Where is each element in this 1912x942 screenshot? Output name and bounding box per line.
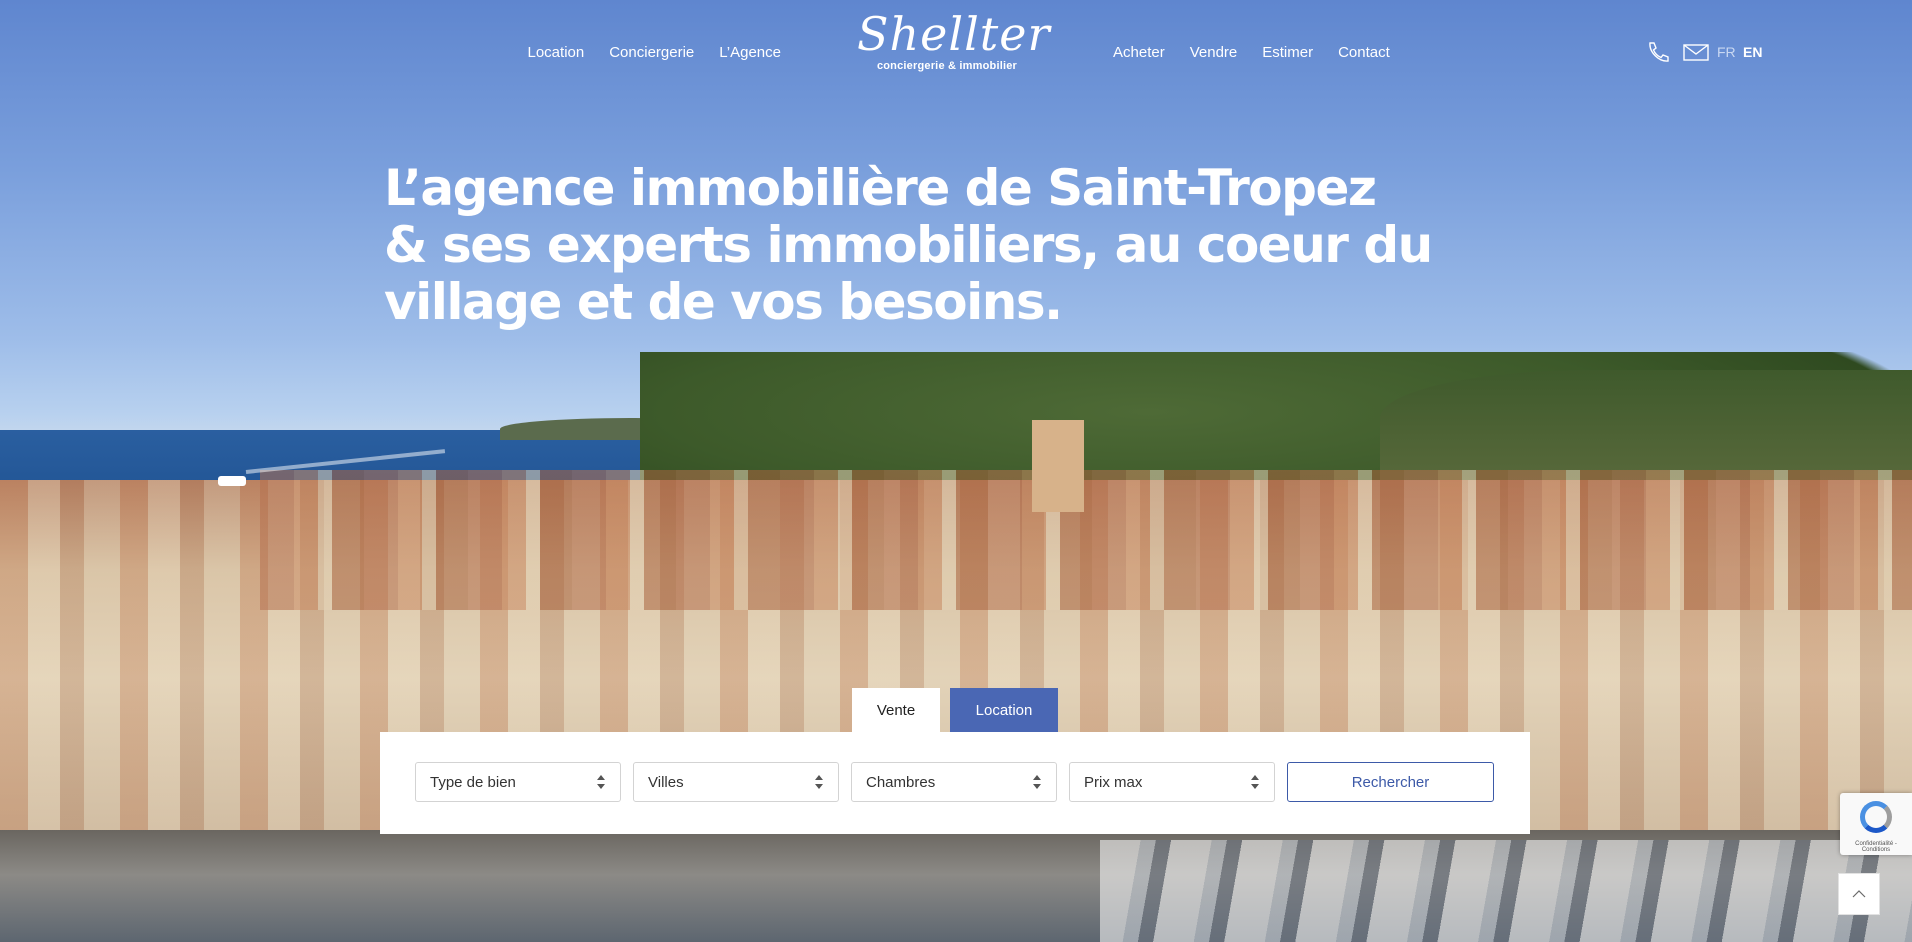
tab-location[interactable]: Location — [950, 688, 1058, 732]
lang-en[interactable]: EN — [1743, 44, 1762, 60]
recaptcha-badge[interactable]: Confidentialité - Conditions — [1840, 793, 1912, 855]
prix-max-label: Prix max — [1084, 773, 1143, 791]
main-nav-right: Acheter Vendre Estimer Contact — [1113, 44, 1390, 61]
nav-contact[interactable]: Contact — [1338, 44, 1390, 61]
hero-headline: L’agence immobilière de Saint-Tropez & s… — [384, 160, 1484, 331]
nav-vendre[interactable]: Vendre — [1190, 44, 1238, 61]
phone-icon[interactable] — [1643, 40, 1671, 64]
nav-estimer[interactable]: Estimer — [1262, 44, 1313, 61]
bell-tower — [1032, 420, 1084, 512]
recaptcha-text: Confidentialité - Conditions — [1855, 841, 1897, 853]
nav-location[interactable]: Location — [528, 44, 585, 61]
headline-line-3: village et de vos besoins. — [384, 273, 1063, 331]
scroll-to-top-button[interactable] — [1838, 873, 1880, 915]
logo-tagline: conciergerie & immobilier — [876, 60, 1018, 72]
logo-wordmark: Shellter — [857, 7, 1051, 61]
chevron-updown-icon — [1032, 775, 1042, 789]
mail-icon[interactable] — [1682, 40, 1710, 64]
rechercher-button[interactable]: Rechercher — [1287, 762, 1494, 802]
nav-conciergerie[interactable]: Conciergerie — [609, 44, 694, 61]
chevron-updown-icon — [596, 775, 606, 789]
terracotta-roofs — [260, 470, 1912, 610]
small-boat — [218, 476, 246, 486]
chambres-label: Chambres — [866, 773, 936, 791]
type-de-bien-label: Type de bien — [430, 773, 516, 791]
nav-agence[interactable]: L’Agence — [719, 44, 781, 61]
nav-acheter[interactable]: Acheter — [1113, 44, 1165, 61]
moored-yachts — [1100, 840, 1912, 942]
chambres-select[interactable]: Chambres — [851, 762, 1057, 802]
site-logo[interactable]: Shellter conciergerie & immobilier — [857, 7, 1051, 85]
type-de-bien-select[interactable]: Type de bien — [415, 762, 621, 802]
villes-select[interactable]: Villes — [633, 762, 839, 802]
tab-vente[interactable]: Vente — [852, 688, 940, 732]
chevron-up-icon — [1852, 890, 1866, 898]
search-panel: Type de bien Villes Chambres Prix max Re… — [380, 732, 1530, 834]
villes-label: Villes — [648, 773, 684, 791]
main-nav-left: Location Conciergerie L’Agence — [528, 44, 782, 61]
lang-fr[interactable]: FR — [1717, 44, 1736, 60]
recaptcha-icon — [1860, 801, 1892, 833]
prix-max-select[interactable]: Prix max — [1069, 762, 1275, 802]
chevron-updown-icon — [1250, 775, 1260, 789]
headline-line-1: L’agence immobilière de Saint-Tropez — [384, 159, 1377, 217]
headline-line-2: & ses experts immobiliers, au coeur du — [384, 216, 1433, 274]
chevron-updown-icon — [814, 775, 824, 789]
